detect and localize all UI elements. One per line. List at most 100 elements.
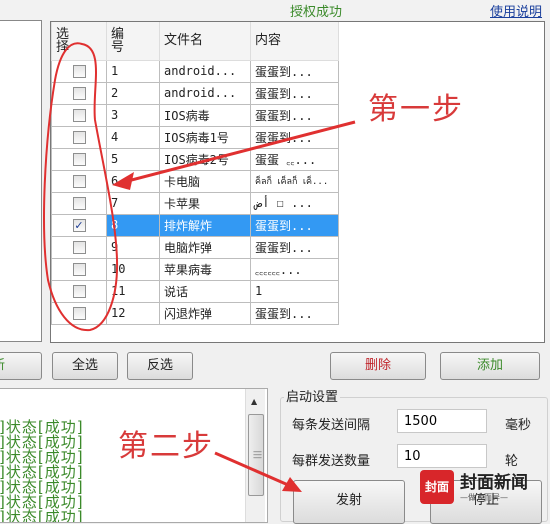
row-filename: android... (159, 81, 251, 105)
row-checkbox[interactable] (72, 64, 86, 78)
table-row[interactable]: 10 苹果病毒 ꜀꜀꜀꜀꜀꜀... (51, 257, 339, 281)
row-checkbox[interactable] (72, 196, 86, 210)
row-select-cell[interactable]: ✓ (51, 213, 107, 237)
row-content: أض ☐ ... (250, 191, 339, 215)
help-link[interactable]: 使用说明 (490, 1, 542, 20)
row-select-cell[interactable] (51, 59, 107, 83)
row-checkbox[interactable] (72, 130, 86, 144)
table-row[interactable]: 5 IOS病毒2号 蛋蛋 ꜀꜀... (51, 147, 339, 171)
row-select-cell[interactable] (51, 125, 107, 149)
file-table: 选择 编号 文件名 内容 1 android... 蛋蛋到... 2 android..… (51, 22, 339, 325)
log-scrollbar[interactable]: ▲ — — — (245, 389, 265, 522)
row-checkbox[interactable] (72, 174, 86, 188)
grip-icon: — — — (253, 447, 262, 463)
table-row[interactable]: 4 IOS病毒1号 蛋蛋到... (51, 125, 339, 149)
row-checkbox[interactable] (72, 262, 86, 276)
table-row[interactable]: 12 闪退炸弹 蛋蛋到... (51, 301, 339, 325)
row-select-cell[interactable] (51, 191, 107, 215)
table-row[interactable]: 2 android... 蛋蛋到... (51, 81, 339, 105)
row-checkbox[interactable] (72, 240, 86, 254)
log-output[interactable]: ]状态[成功]]状态[成功]]状态[成功]]状态[成功]]状态[成功]]状态[成… (0, 388, 268, 523)
row-content: 蛋蛋到... (250, 235, 339, 259)
row-select-cell[interactable] (51, 81, 107, 105)
row-id: 12 (106, 301, 160, 325)
table-row[interactable]: 1 android... 蛋蛋到... (51, 59, 339, 83)
interval-unit: 毫秒 (505, 418, 532, 433)
row-content: 蛋蛋到... (250, 59, 339, 83)
row-checkbox[interactable]: ✓ (72, 218, 86, 232)
col-content-header[interactable]: 内容 (250, 22, 339, 61)
table-row[interactable]: 6 卡电脑 ค็ลก็ เค็ลก็ เค็... (51, 169, 339, 193)
row-select-cell[interactable] (51, 147, 107, 171)
interval-input[interactable] (397, 409, 487, 433)
table-row[interactable]: 7 卡苹果 أض ☐ ... (51, 191, 339, 215)
stop-button[interactable]: 停止 (430, 480, 542, 524)
row-id: 9 (106, 235, 160, 259)
row-filename: android... (159, 59, 251, 83)
row-filename: IOS病毒2号 (159, 147, 251, 171)
row-id: 6 (106, 169, 160, 193)
row-content: 蛋蛋到... (250, 103, 339, 127)
table-row[interactable]: ✓ 8 排炸解炸 蛋蛋到... (51, 213, 339, 237)
count-input[interactable] (397, 444, 487, 468)
row-filename: 卡电脑 (159, 169, 251, 193)
table-row[interactable]: 11 说话 1 (51, 279, 339, 303)
row-id: 10 (106, 257, 160, 281)
col-id-header[interactable]: 编号 (106, 22, 160, 61)
count-unit: 轮 (505, 454, 519, 469)
delete-button[interactable]: 删除 (330, 352, 426, 380)
table-header: 选择 编号 文件名 内容 (51, 22, 339, 61)
select-all-button[interactable]: 全选 (52, 352, 118, 380)
col-filename-header[interactable]: 文件名 (159, 22, 251, 61)
log-line: ]状态[成功] (0, 508, 84, 523)
left-panel (0, 20, 42, 342)
row-content: ค็ลก็ เค็ลก็ เค็... (250, 169, 339, 193)
row-id: 8 (106, 213, 160, 237)
auth-status: 授权成功 (290, 5, 343, 20)
table-row[interactable]: 9 电脑炸弹 蛋蛋到... (51, 235, 339, 259)
row-content: 蛋蛋到... (250, 125, 339, 149)
row-select-cell[interactable] (51, 103, 107, 127)
row-select-cell[interactable] (51, 257, 107, 281)
row-filename: 电脑炸弹 (159, 235, 251, 259)
scroll-thumb[interactable]: — — — (248, 414, 264, 496)
row-filename: 苹果病毒 (159, 257, 251, 281)
file-list: 选择 编号 文件名 内容 1 android... 蛋蛋到... 2 android..… (50, 21, 545, 343)
row-content: 蛋蛋到... (250, 301, 339, 325)
scroll-up-icon[interactable]: ▲ (251, 397, 257, 406)
row-filename: 说话 (159, 279, 251, 303)
row-id: 2 (106, 81, 160, 105)
row-filename: IOS病毒 (159, 103, 251, 127)
row-content: 蛋蛋到... (250, 81, 339, 105)
fire-button[interactable]: 发射 (293, 480, 405, 524)
row-id: 4 (106, 125, 160, 149)
row-select-cell[interactable] (51, 169, 107, 193)
row-id: 1 (106, 59, 160, 83)
row-select-cell[interactable] (51, 235, 107, 259)
row-id: 3 (106, 103, 160, 127)
row-checkbox[interactable] (72, 108, 86, 122)
interval-label: 每条发送间隔 (292, 418, 371, 433)
col-select-header[interactable]: 选择 (51, 22, 107, 61)
add-button[interactable]: 添加 (440, 352, 540, 380)
launch-settings-title: 启动设置 (284, 386, 341, 405)
row-select-cell[interactable] (51, 279, 107, 303)
row-content: 蛋蛋到... (250, 213, 339, 237)
row-content: ꜀꜀꜀꜀꜀꜀... (250, 257, 339, 281)
row-content: 1 (250, 279, 339, 303)
row-filename: 排炸解炸 (159, 213, 251, 237)
row-checkbox[interactable] (72, 86, 86, 100)
row-checkbox[interactable] (72, 284, 86, 298)
row-select-cell[interactable] (51, 301, 107, 325)
invert-selection-button[interactable]: 反选 (127, 352, 193, 380)
row-checkbox[interactable] (72, 306, 86, 320)
table-row[interactable]: 3 IOS病毒 蛋蛋到... (51, 103, 339, 127)
row-id: 5 (106, 147, 160, 171)
row-checkbox[interactable] (72, 152, 86, 166)
refresh-button[interactable]: 新 (0, 352, 42, 380)
row-content: 蛋蛋 ꜀꜀... (250, 147, 339, 171)
row-id: 7 (106, 191, 160, 215)
row-id: 11 (106, 279, 160, 303)
row-filename: 卡苹果 (159, 191, 251, 215)
top-bar: 授权成功 使用说明 (0, 0, 550, 20)
